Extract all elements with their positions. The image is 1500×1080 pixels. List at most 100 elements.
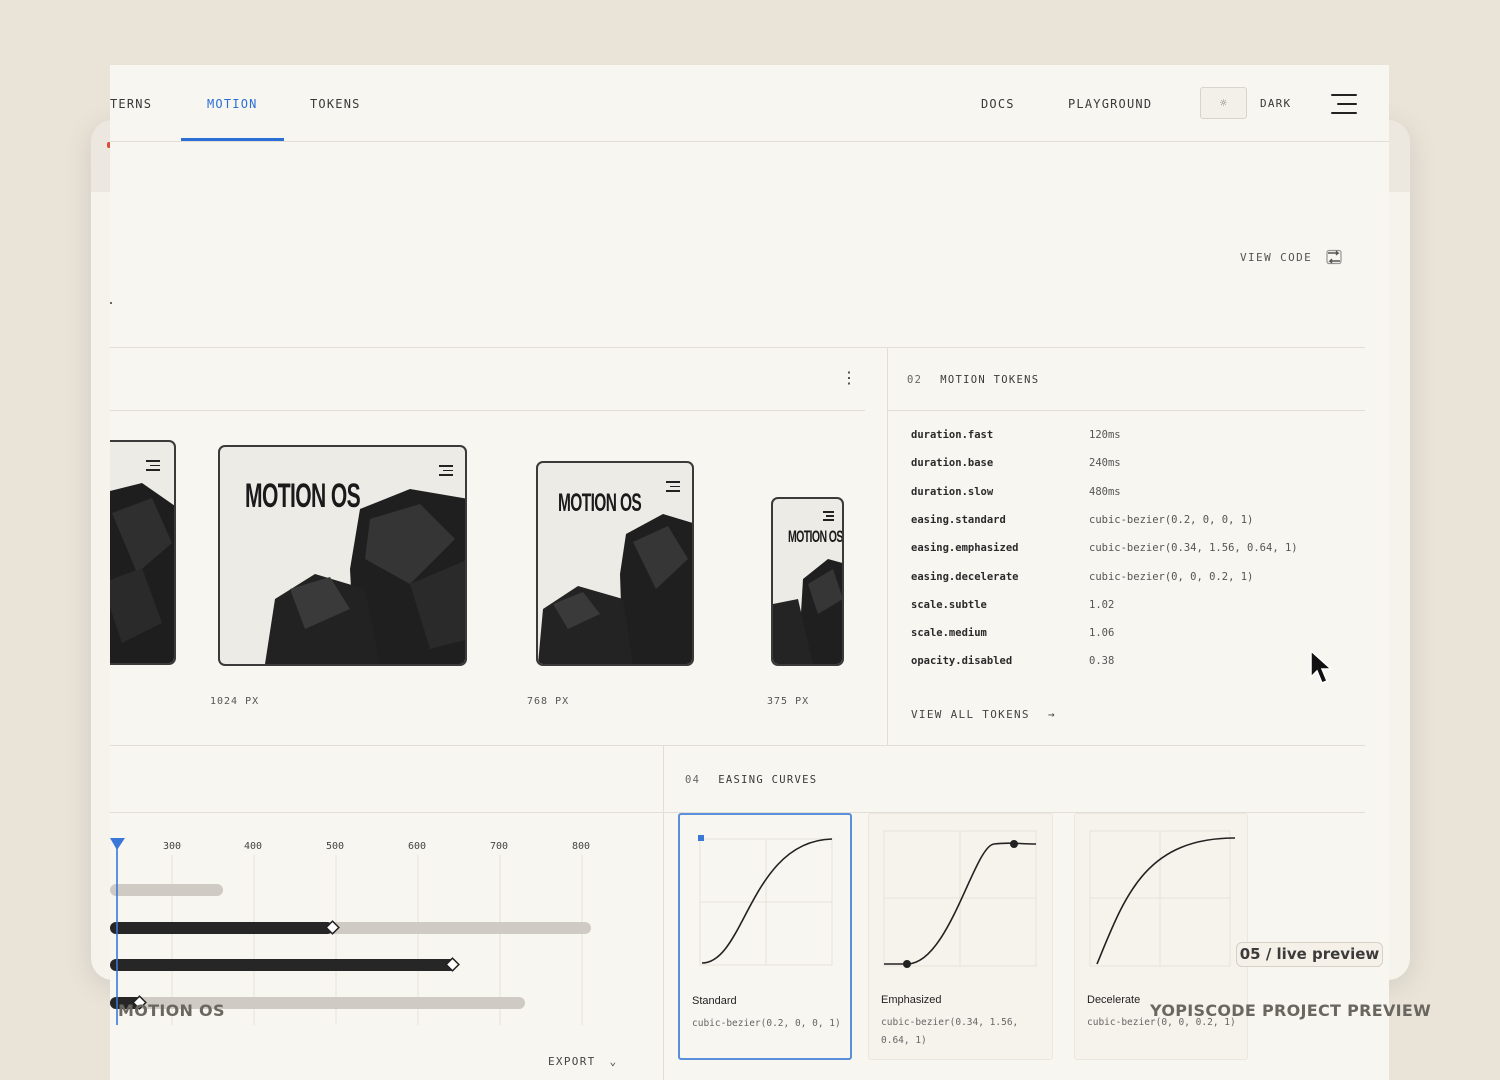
- tab-motion[interactable]: MOTION: [207, 97, 258, 111]
- token-row[interactable]: easing.standard cubic-bezier(0.2, 0, 0, 1…: [911, 514, 1253, 526]
- timeline-tick: 600: [408, 841, 427, 852]
- timeline-tick: 800: [572, 841, 591, 852]
- section-title: MOTION TOKENS: [940, 374, 1040, 386]
- device-logo: MOTION OS: [788, 527, 843, 546]
- curves-section-header: 04 EASING CURVES: [685, 774, 817, 786]
- nav-docs-link[interactable]: DOCS: [981, 97, 1015, 111]
- token-row[interactable]: duration.base 240ms: [911, 457, 1121, 469]
- timeline-tick: 300: [163, 841, 182, 852]
- project-name-caption: MOTION OS: [118, 1001, 225, 1020]
- app-window: TERNS MOTION TOKENS DOCS PLAYGROUND ☼ DA…: [110, 65, 1389, 1080]
- device-preview-768[interactable]: MOTION OS: [536, 461, 694, 666]
- token-key: duration.base: [911, 457, 994, 469]
- menu-icon: [666, 481, 680, 492]
- curve-name: Emphasized: [881, 994, 942, 1006]
- token-row[interactable]: duration.slow 480ms: [911, 486, 1121, 498]
- playhead-handle[interactable]: [110, 838, 125, 850]
- view-all-tokens-link[interactable]: VIEW ALL TOKENS →: [911, 708, 1056, 721]
- chevron-down-icon: ⌄: [609, 1055, 618, 1068]
- rock-illustration: [265, 489, 465, 664]
- token-key: scale.medium: [911, 627, 987, 639]
- timeline-tick: 700: [490, 841, 509, 852]
- token-value: 240ms: [1089, 457, 1121, 469]
- divider: [110, 812, 663, 813]
- divider: [110, 410, 865, 411]
- mouse-cursor-icon: [1310, 649, 1333, 684]
- token-value: cubic-bezier(0.34, 1.56, 0.64, 1): [1089, 542, 1298, 554]
- curve-plot: [1089, 830, 1235, 967]
- divider: [110, 745, 1365, 746]
- token-key: duration.slow: [911, 486, 994, 498]
- token-key: duration.fast: [911, 429, 994, 441]
- curve-value: cubic-bezier(0.2, 0, 0, 1): [692, 1018, 841, 1029]
- device-width-label: 1024 PX: [210, 696, 260, 707]
- hamburger-menu-icon[interactable]: [1331, 94, 1357, 114]
- cursor-dot: [110, 302, 112, 304]
- rock-illustration: [538, 514, 692, 664]
- view-code-label: VIEW CODE: [1240, 250, 1313, 264]
- code-toggle-icon: [1326, 249, 1342, 265]
- device-width-label: 768 PX: [527, 696, 570, 707]
- divider: [887, 410, 1365, 411]
- sun-icon: ☼: [1219, 96, 1228, 110]
- token-row[interactable]: easing.decelerate cubic-bezier(0, 0, 0.2,…: [911, 571, 1253, 583]
- section-number: 02: [907, 374, 923, 386]
- live-preview-badge: 05 / live preview: [1236, 942, 1383, 967]
- divider: [110, 347, 1365, 348]
- tokens-section-header: 02 MOTION TOKENS: [907, 374, 1039, 386]
- token-row[interactable]: scale.medium 1.06: [911, 627, 1114, 639]
- divider: [887, 347, 888, 745]
- section-title: EASING CURVES: [718, 774, 818, 786]
- curve-name: Decelerate: [1087, 994, 1141, 1006]
- export-dropdown[interactable]: EXPORT ⌄: [548, 1055, 617, 1068]
- timeline-tick: 400: [244, 841, 263, 852]
- token-value: 480ms: [1089, 486, 1121, 498]
- token-row[interactable]: scale.subtle 1.02: [911, 599, 1114, 611]
- export-label: EXPORT: [548, 1055, 596, 1068]
- curve-card-decelerate[interactable]: Decelerate cubic-bezier(0, 0, 0.2, 1): [1074, 813, 1248, 1060]
- section-number: 04: [685, 774, 701, 786]
- theme-toggle-button[interactable]: ☼: [1200, 87, 1247, 119]
- menu-icon: [439, 465, 453, 476]
- device-preview-375[interactable]: MOTION OS: [771, 497, 844, 666]
- token-value: cubic-bezier(0, 0, 0.2, 1): [1089, 571, 1254, 583]
- curve-card-standard[interactable]: Standard cubic-bezier(0.2, 0, 0, 1): [678, 813, 852, 1060]
- curve-value: cubic-bezier(0.34, 1.56, 0.64, 1): [881, 1017, 1019, 1046]
- arrow-right-icon: →: [1047, 708, 1056, 721]
- timeline-progress: [110, 922, 333, 934]
- menu-icon: [823, 511, 834, 522]
- curve-card-emphasized[interactable]: Emphasized cubic-bezier(0.34, 1.56, 0.64…: [868, 813, 1053, 1060]
- token-key: opacity.disabled: [911, 655, 1013, 667]
- divider: [663, 745, 664, 1080]
- token-key: scale.subtle: [911, 599, 987, 611]
- token-row[interactable]: easing.emphasized cubic-bezier(0.34, 1.56…: [911, 542, 1298, 554]
- token-key: easing.decelerate: [911, 571, 1019, 583]
- timeline-progress: [110, 959, 456, 971]
- timeline-track[interactable]: [110, 884, 223, 896]
- token-row[interactable]: duration.fast 120ms: [911, 429, 1121, 441]
- more-options-icon[interactable]: ⋮: [841, 370, 857, 386]
- tab-tokens[interactable]: TOKENS: [310, 97, 361, 111]
- rock-illustration: [773, 559, 842, 664]
- device-preview-1024[interactable]: MOTION OS: [218, 445, 467, 666]
- rock-illustration: [110, 483, 174, 663]
- theme-label: DARK: [1260, 97, 1292, 110]
- curve-plot: [883, 830, 1037, 968]
- token-value: 0.38: [1089, 655, 1115, 667]
- project-preview-caption: YOPISCODE PROJECT PREVIEW: [1150, 1001, 1432, 1020]
- view-code-button[interactable]: VIEW CODE: [1240, 249, 1342, 265]
- token-key: easing.standard: [911, 514, 1006, 526]
- tab-patterns[interactable]: TERNS: [110, 97, 152, 111]
- view-all-tokens-label: VIEW ALL TOKENS: [911, 708, 1030, 721]
- top-nav: TERNS MOTION TOKENS DOCS PLAYGROUND ☼ DA…: [110, 65, 1389, 142]
- device-preview-partial[interactable]: [110, 440, 176, 665]
- device-width-label: 375 PX: [767, 696, 810, 707]
- token-value: 120ms: [1089, 429, 1121, 441]
- curve-name: Standard: [692, 995, 737, 1007]
- menu-icon: [146, 460, 160, 471]
- curve-plot: [698, 835, 833, 966]
- token-row[interactable]: opacity.disabled 0.38: [911, 655, 1114, 667]
- token-value: 1.06: [1089, 627, 1115, 639]
- token-value: 1.02: [1089, 599, 1115, 611]
- nav-playground-link[interactable]: PLAYGROUND: [1068, 97, 1152, 111]
